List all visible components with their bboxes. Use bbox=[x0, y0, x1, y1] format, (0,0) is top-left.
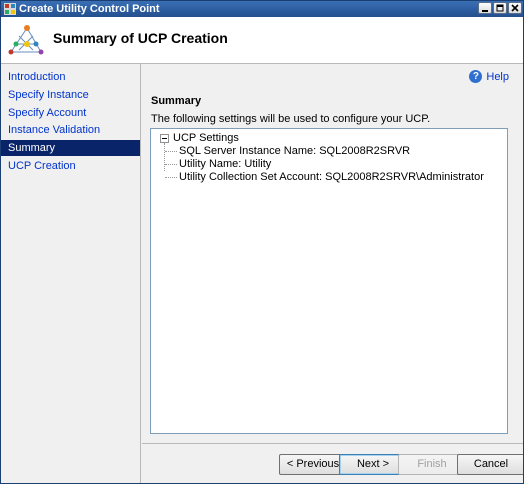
cancel-button[interactable]: Cancel bbox=[457, 454, 523, 475]
ucp-wizard-logo-icon bbox=[8, 25, 44, 55]
minimize-button[interactable] bbox=[478, 2, 492, 14]
help-link[interactable]: ? Help bbox=[469, 70, 509, 83]
summary-description: The following settings will be used to c… bbox=[151, 113, 431, 125]
tree-connector bbox=[165, 150, 177, 152]
previous-button[interactable]: < Previous bbox=[279, 454, 347, 475]
minimize-icon bbox=[482, 10, 488, 12]
tree-item-label: SQL Server Instance Name: SQL2008R2SRVR bbox=[179, 145, 411, 157]
content-panel: ? Help Summary The following settings wi… bbox=[142, 64, 523, 443]
sidebar-item-specify-account[interactable]: Specify Account bbox=[1, 105, 140, 121]
sidebar-item-instance-validation[interactable]: Instance Validation bbox=[1, 122, 140, 138]
button-bar: < Previous Next > Finish Cancel bbox=[142, 443, 523, 483]
maximize-button[interactable] bbox=[493, 2, 507, 14]
tree-item[interactable]: Utility Name: Utility bbox=[165, 158, 271, 170]
wizard-window: Create Utility Control Point Summary of … bbox=[0, 0, 524, 484]
section-title: Summary bbox=[151, 95, 202, 107]
finish-button[interactable]: Finish bbox=[398, 454, 466, 475]
page-title: Summary of UCP Creation bbox=[53, 30, 228, 46]
tree-connector bbox=[165, 176, 177, 178]
tree-item[interactable]: Utility Collection Set Account: SQL2008R… bbox=[165, 171, 484, 183]
app-icon bbox=[4, 3, 16, 15]
tree-item[interactable]: SQL Server Instance Name: SQL2008R2SRVR bbox=[165, 145, 410, 157]
sidebar-item-introduction[interactable]: Introduction bbox=[1, 69, 140, 85]
title-bar[interactable]: Create Utility Control Point bbox=[1, 1, 523, 17]
wizard-steps-sidebar: Introduction Specify Instance Specify Ac… bbox=[1, 64, 141, 483]
tree-root-ucp-settings[interactable]: UCP Settings bbox=[160, 132, 239, 144]
help-label: Help bbox=[486, 70, 509, 83]
collapse-toggle-icon[interactable] bbox=[160, 133, 169, 143]
tree-item-label: Utility Name: Utility bbox=[179, 158, 272, 170]
tree-item-label: Utility Collection Set Account: SQL2008R… bbox=[179, 171, 484, 183]
settings-tree[interactable]: UCP Settings SQL Server Instance Name: S… bbox=[150, 128, 508, 434]
tree-connector bbox=[165, 163, 177, 165]
close-button[interactable] bbox=[508, 2, 522, 14]
sidebar-item-summary[interactable]: Summary bbox=[1, 140, 140, 156]
maximize-icon bbox=[496, 4, 504, 12]
next-button[interactable]: Next > bbox=[339, 454, 407, 475]
window-title: Create Utility Control Point bbox=[19, 3, 160, 15]
wizard-header: Summary of UCP Creation bbox=[1, 17, 523, 64]
help-icon: ? bbox=[469, 70, 483, 83]
sidebar-item-specify-instance[interactable]: Specify Instance bbox=[1, 87, 140, 103]
close-icon bbox=[511, 4, 519, 12]
tree-root-label: UCP Settings bbox=[173, 132, 239, 144]
sidebar-item-ucp-creation[interactable]: UCP Creation bbox=[1, 158, 140, 174]
